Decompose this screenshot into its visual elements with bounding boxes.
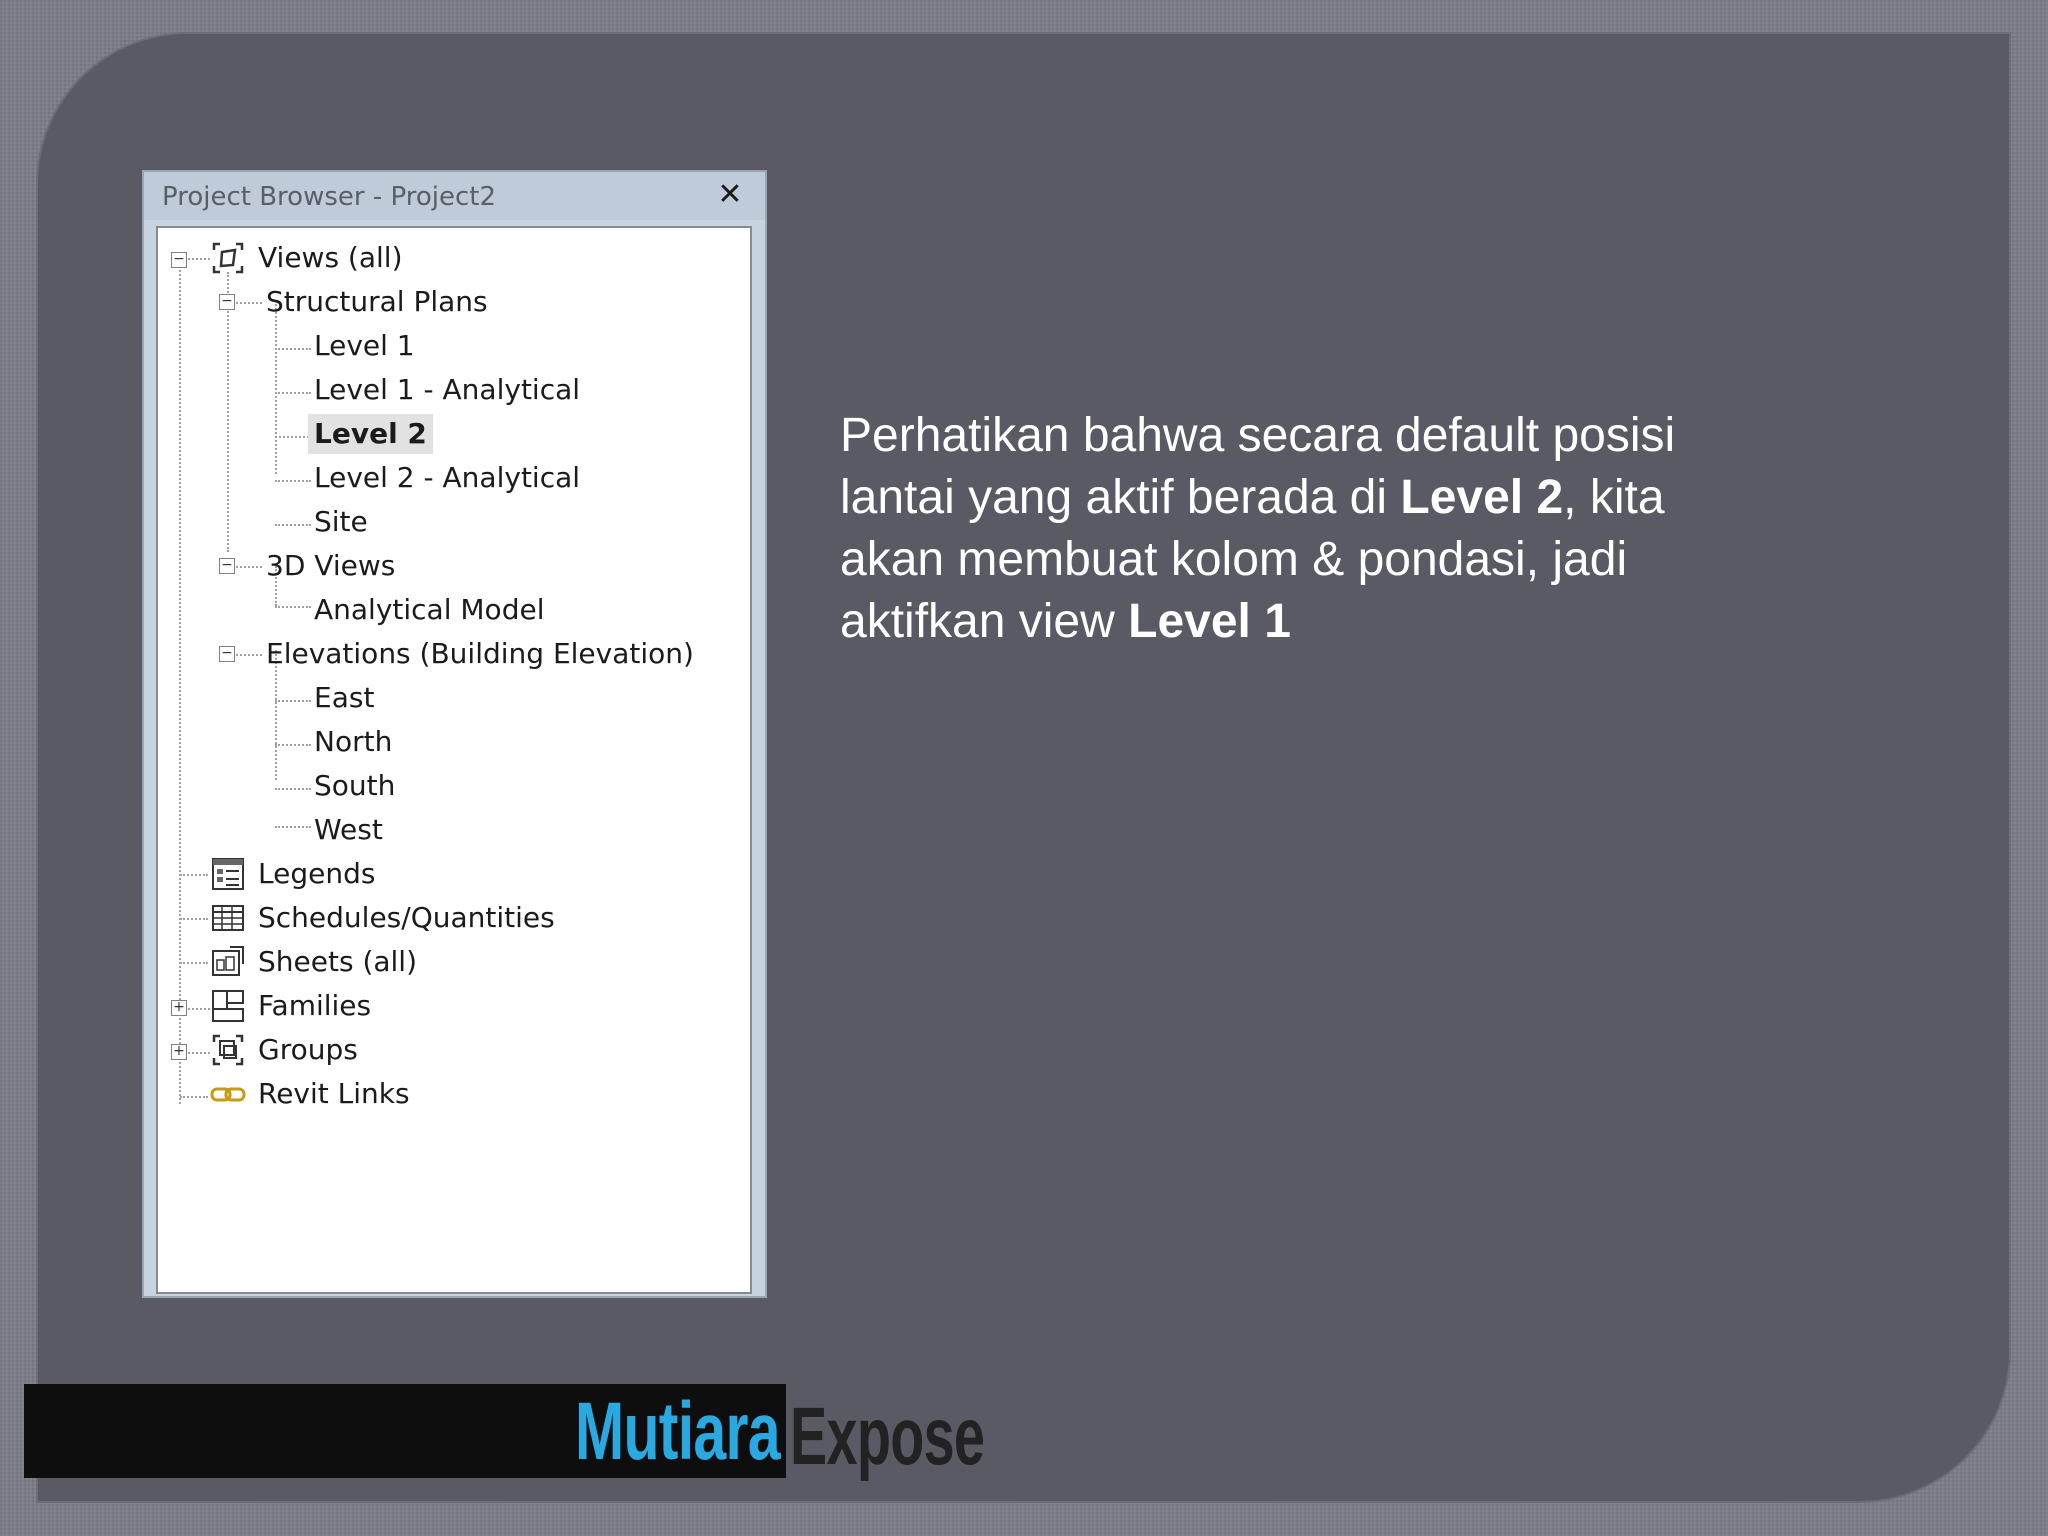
tree-connector <box>275 606 311 608</box>
tree-item-level-2-analytical[interactable]: Level 2 - Analytical <box>158 458 738 498</box>
project-browser-titlebar: Project Browser - Project2 ✕ <box>144 172 765 220</box>
project-browser-tree: − Views (all) − Structural Plans Level 1… <box>156 226 752 1294</box>
groups-icon <box>212 1034 244 1066</box>
legend-icon <box>212 858 244 890</box>
tree-item-sheets[interactable]: Sheets (all) <box>158 942 738 982</box>
tree-connector <box>188 258 210 260</box>
tree-connector <box>180 962 208 964</box>
tree-connector <box>188 1052 210 1054</box>
tree-label: Level 2 - Analytical <box>314 461 581 494</box>
tree-label-selected: Level 2 <box>308 414 433 454</box>
tree-item-level-1-analytical[interactable]: Level 1 - Analytical <box>158 370 738 410</box>
tree-connector <box>275 348 311 350</box>
tree-item-groups[interactable]: + Groups <box>158 1030 738 1070</box>
link-icon <box>210 1087 246 1102</box>
tree-label: Families <box>258 989 372 1022</box>
tree-connector <box>275 524 311 526</box>
tree-connector <box>275 826 311 828</box>
collapse-icon[interactable]: − <box>219 558 235 574</box>
logo-word-mutiara: Mutiara <box>575 1386 781 1477</box>
tree-item-south[interactable]: South <box>158 766 738 806</box>
tree-item-views-all[interactable]: − Views (all) <box>158 238 738 278</box>
tree-connector <box>236 654 262 656</box>
tree-item-level-1[interactable]: Level 1 <box>158 326 738 366</box>
tree-label: Groups <box>258 1033 358 1066</box>
tree-connector <box>236 302 262 304</box>
tree-label: Site <box>314 505 368 538</box>
tree-label: East <box>314 681 375 714</box>
tree-item-elevations[interactable]: − Elevations (Building Elevation) <box>158 634 738 674</box>
tree-label: Analytical Model <box>314 593 545 626</box>
tree-label: Views (all) <box>258 241 403 274</box>
expand-icon[interactable]: + <box>171 1000 187 1016</box>
tree-item-revit-links[interactable]: Revit Links <box>158 1074 738 1114</box>
tree-label: Legends <box>258 857 376 890</box>
tree-item-west[interactable]: West <box>158 810 738 850</box>
collapse-icon[interactable]: − <box>219 646 235 662</box>
tree-item-3d-views[interactable]: − 3D Views <box>158 546 738 586</box>
tree-connector <box>180 918 208 920</box>
tree-item-north[interactable]: North <box>158 722 738 762</box>
tree-item-site[interactable]: Site <box>158 502 738 542</box>
tree-connector <box>236 566 262 568</box>
instruction-bold-1: Level 2 <box>1400 471 1564 524</box>
tree-item-analytical-model[interactable]: Analytical Model <box>158 590 738 630</box>
schedule-icon <box>212 905 244 931</box>
project-browser-window: Project Browser - Project2 ✕ − Views (al… <box>142 170 767 1298</box>
tree-item-legends[interactable]: Legends <box>158 854 738 894</box>
tree-connector <box>188 1008 210 1010</box>
tree-connector <box>275 480 311 482</box>
tree-connector <box>275 700 311 702</box>
tree-label: 3D Views <box>266 549 396 582</box>
tree-item-schedules[interactable]: Schedules/Quantities <box>158 898 738 938</box>
tree-connector <box>180 1096 208 1098</box>
families-icon <box>212 990 244 1022</box>
sheet-icon <box>212 946 244 976</box>
instruction-bold-2: Level 1 <box>1128 595 1291 648</box>
tree-connector <box>275 392 311 394</box>
tree-label: West <box>314 813 383 846</box>
tree-connector <box>180 874 208 876</box>
tree-label: Schedules/Quantities <box>258 901 555 934</box>
tree-label: Revit Links <box>258 1077 410 1110</box>
tree-connector <box>275 436 309 438</box>
collapse-icon[interactable]: − <box>219 294 235 310</box>
close-icon[interactable]: ✕ <box>713 178 747 212</box>
expand-icon[interactable]: + <box>171 1044 187 1060</box>
views-icon <box>212 242 244 274</box>
tree-item-structural-plans[interactable]: − Structural Plans <box>158 282 738 322</box>
tree-item-east[interactable]: East <box>158 678 738 718</box>
tree-label: Structural Plans <box>266 285 488 318</box>
tree-label: Level 1 - Analytical <box>314 373 581 406</box>
tree-label: Sheets (all) <box>258 945 418 978</box>
tree-label: Elevations (Building Elevation) <box>266 637 694 670</box>
tree-connector <box>275 788 311 790</box>
tree-label: North <box>314 725 393 758</box>
project-browser-title: Project Browser - Project2 <box>162 182 496 212</box>
logo-word-expose: Expose <box>790 1391 985 1482</box>
slide-instruction-text: Perhatikan bahwa secara default posisi l… <box>840 405 1740 653</box>
tree-connector <box>275 744 311 746</box>
tree-item-level-2[interactable]: Level 2 <box>158 414 738 454</box>
collapse-icon[interactable]: − <box>171 252 187 268</box>
tree-label: Level 1 <box>314 329 415 362</box>
tree-label: South <box>314 769 396 802</box>
tree-item-families[interactable]: + Families <box>158 986 738 1026</box>
